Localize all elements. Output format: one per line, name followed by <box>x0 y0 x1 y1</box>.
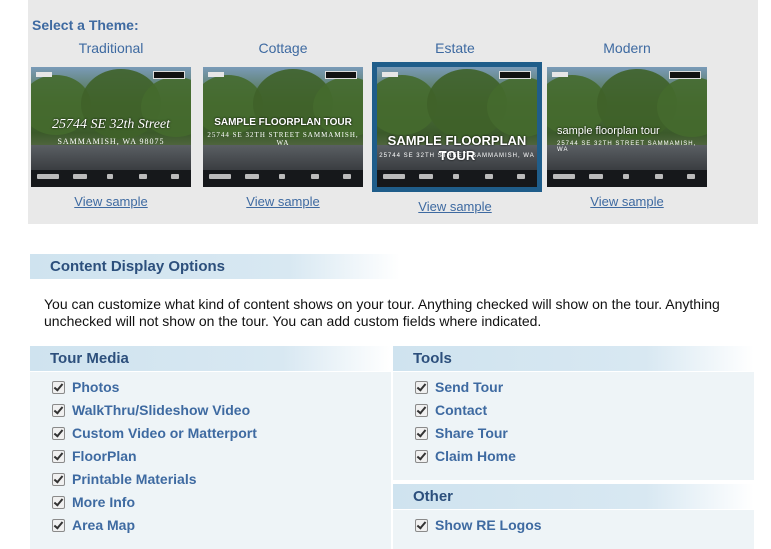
view-sample-link-traditional[interactable]: View sample <box>74 194 147 209</box>
checkbox-checked[interactable] <box>52 495 65 509</box>
theme-name: Modern <box>603 40 651 56</box>
theme-name: Cottage <box>258 40 308 56</box>
contact-button-preview <box>669 71 701 79</box>
brand-logo <box>208 72 224 77</box>
preview-subline: 25744 SE 32TH STREET SAMMAMISH, WA <box>557 141 697 153</box>
theme-thumbnail-modern[interactable]: sample floorplan tour 25744 SE 32TH STRE… <box>547 67 707 187</box>
preview-stats-bar <box>547 170 707 187</box>
content-display-description: You can customize what kind of content s… <box>44 296 720 329</box>
option-contact[interactable]: Contact <box>415 400 487 420</box>
other-title: Other <box>393 484 754 509</box>
brand-logo <box>552 72 568 77</box>
checkbox-checked[interactable] <box>415 449 428 463</box>
option-photos[interactable]: Photos <box>52 377 119 397</box>
checkbox-checked[interactable] <box>52 472 65 486</box>
theme-name: Traditional <box>78 40 144 56</box>
option-label: Send Tour <box>435 379 504 395</box>
checkbox-checked[interactable] <box>415 518 428 532</box>
tour-media-title: Tour Media <box>30 346 391 371</box>
preview-subline: 25744 SE 32TH STREET, SAMMAMISH, WA <box>379 153 535 159</box>
preview-headline: SAMPLE FLOORPLAN TOUR <box>214 117 352 128</box>
checkbox-checked[interactable] <box>52 403 65 417</box>
theme-heading: Select a Theme: <box>32 17 139 33</box>
theme-cottage[interactable]: Cottage SAMPLE FLOORPLAN TOUR 25744 SE 3… <box>200 40 366 211</box>
brand-logo <box>382 72 398 77</box>
view-sample-link-modern[interactable]: View sample <box>590 194 663 209</box>
option-label: More Info <box>72 494 135 510</box>
option-show-re-logos[interactable]: Show RE Logos <box>415 515 542 535</box>
option-label: Contact <box>435 402 488 418</box>
option-claim-home[interactable]: Claim Home <box>415 446 516 466</box>
preview-stats-bar <box>203 170 363 187</box>
preview-stats-bar <box>377 170 537 187</box>
theme-name: Estate <box>435 40 475 56</box>
checkbox-checked[interactable] <box>52 518 65 532</box>
checkbox-checked[interactable] <box>415 403 428 417</box>
option-custom-video[interactable]: Custom Video or Matterport <box>52 423 257 443</box>
contact-button-preview <box>325 71 357 79</box>
tour-media-options: Photos WalkThru/Slideshow Video Custom V… <box>30 372 391 549</box>
preview-subline: 25744 SE 32TH STREET SAMMAMISH, WA <box>207 131 359 147</box>
checkbox-checked[interactable] <box>52 380 65 394</box>
contact-button-preview <box>153 71 185 79</box>
theme-thumbnail-cottage[interactable]: SAMPLE FLOORPLAN TOUR 25744 SE 32TH STRE… <box>203 67 363 187</box>
content-display-title: Content Display Options <box>30 254 400 279</box>
tools-title: Tools <box>393 346 754 371</box>
option-share-tour[interactable]: Share Tour <box>415 423 508 443</box>
option-more-info[interactable]: More Info <box>52 492 135 512</box>
view-sample-link-cottage[interactable]: View sample <box>246 194 319 209</box>
option-label: Photos <box>72 379 120 395</box>
option-walkthru-video[interactable]: WalkThru/Slideshow Video <box>52 400 250 420</box>
theme-traditional[interactable]: Traditional 25744 SE 32th Street SAMMAMI… <box>28 40 194 211</box>
option-label: Custom Video or Matterport <box>72 425 257 441</box>
theme-thumbnail-traditional[interactable]: 25744 SE 32th Street SAMMAMISH, WA 98075 <box>31 67 191 187</box>
option-label: FloorPlan <box>72 448 137 464</box>
contact-button-preview <box>499 71 531 79</box>
option-label: Show RE Logos <box>435 517 542 533</box>
preview-headline: sample floorplan tour <box>557 125 660 137</box>
theme-thumbnail-estate-selected[interactable]: SAMPLE FLOORPLAN TOUR 25744 SE 32TH STRE… <box>372 62 542 192</box>
view-sample-link-estate[interactable]: View sample <box>418 199 491 214</box>
theme-selector-panel: Select a Theme: Traditional 25744 SE 32t… <box>28 0 758 224</box>
option-printable-materials[interactable]: Printable Materials <box>52 469 197 489</box>
option-label: Printable Materials <box>72 471 197 487</box>
option-label: Area Map <box>72 517 136 533</box>
option-send-tour[interactable]: Send Tour <box>415 377 503 397</box>
checkbox-checked[interactable] <box>415 426 428 440</box>
preview-headline: 25744 SE 32th Street <box>51 117 171 132</box>
option-floorplan[interactable]: FloorPlan <box>52 446 137 466</box>
preview-subline: SAMMAMISH, WA 98075 <box>57 137 165 146</box>
other-options: Show RE Logos <box>393 510 754 549</box>
option-label: Share Tour <box>435 425 508 441</box>
brand-logo <box>36 72 52 77</box>
checkbox-checked[interactable] <box>52 449 65 463</box>
theme-modern[interactable]: Modern sample floorplan tour 25744 SE 32… <box>544 40 710 211</box>
option-label: WalkThru/Slideshow Video <box>72 402 251 418</box>
tools-options: Send Tour Contact Share Tour Claim Home <box>393 372 754 480</box>
checkbox-checked[interactable] <box>52 426 65 440</box>
theme-estate[interactable]: Estate SAMPLE FLOORPLAN TOUR 25744 SE 32… <box>372 40 542 216</box>
checkbox-checked[interactable] <box>415 380 428 394</box>
option-label: Claim Home <box>435 448 516 464</box>
option-area-map[interactable]: Area Map <box>52 515 135 535</box>
preview-stats-bar <box>31 170 191 187</box>
